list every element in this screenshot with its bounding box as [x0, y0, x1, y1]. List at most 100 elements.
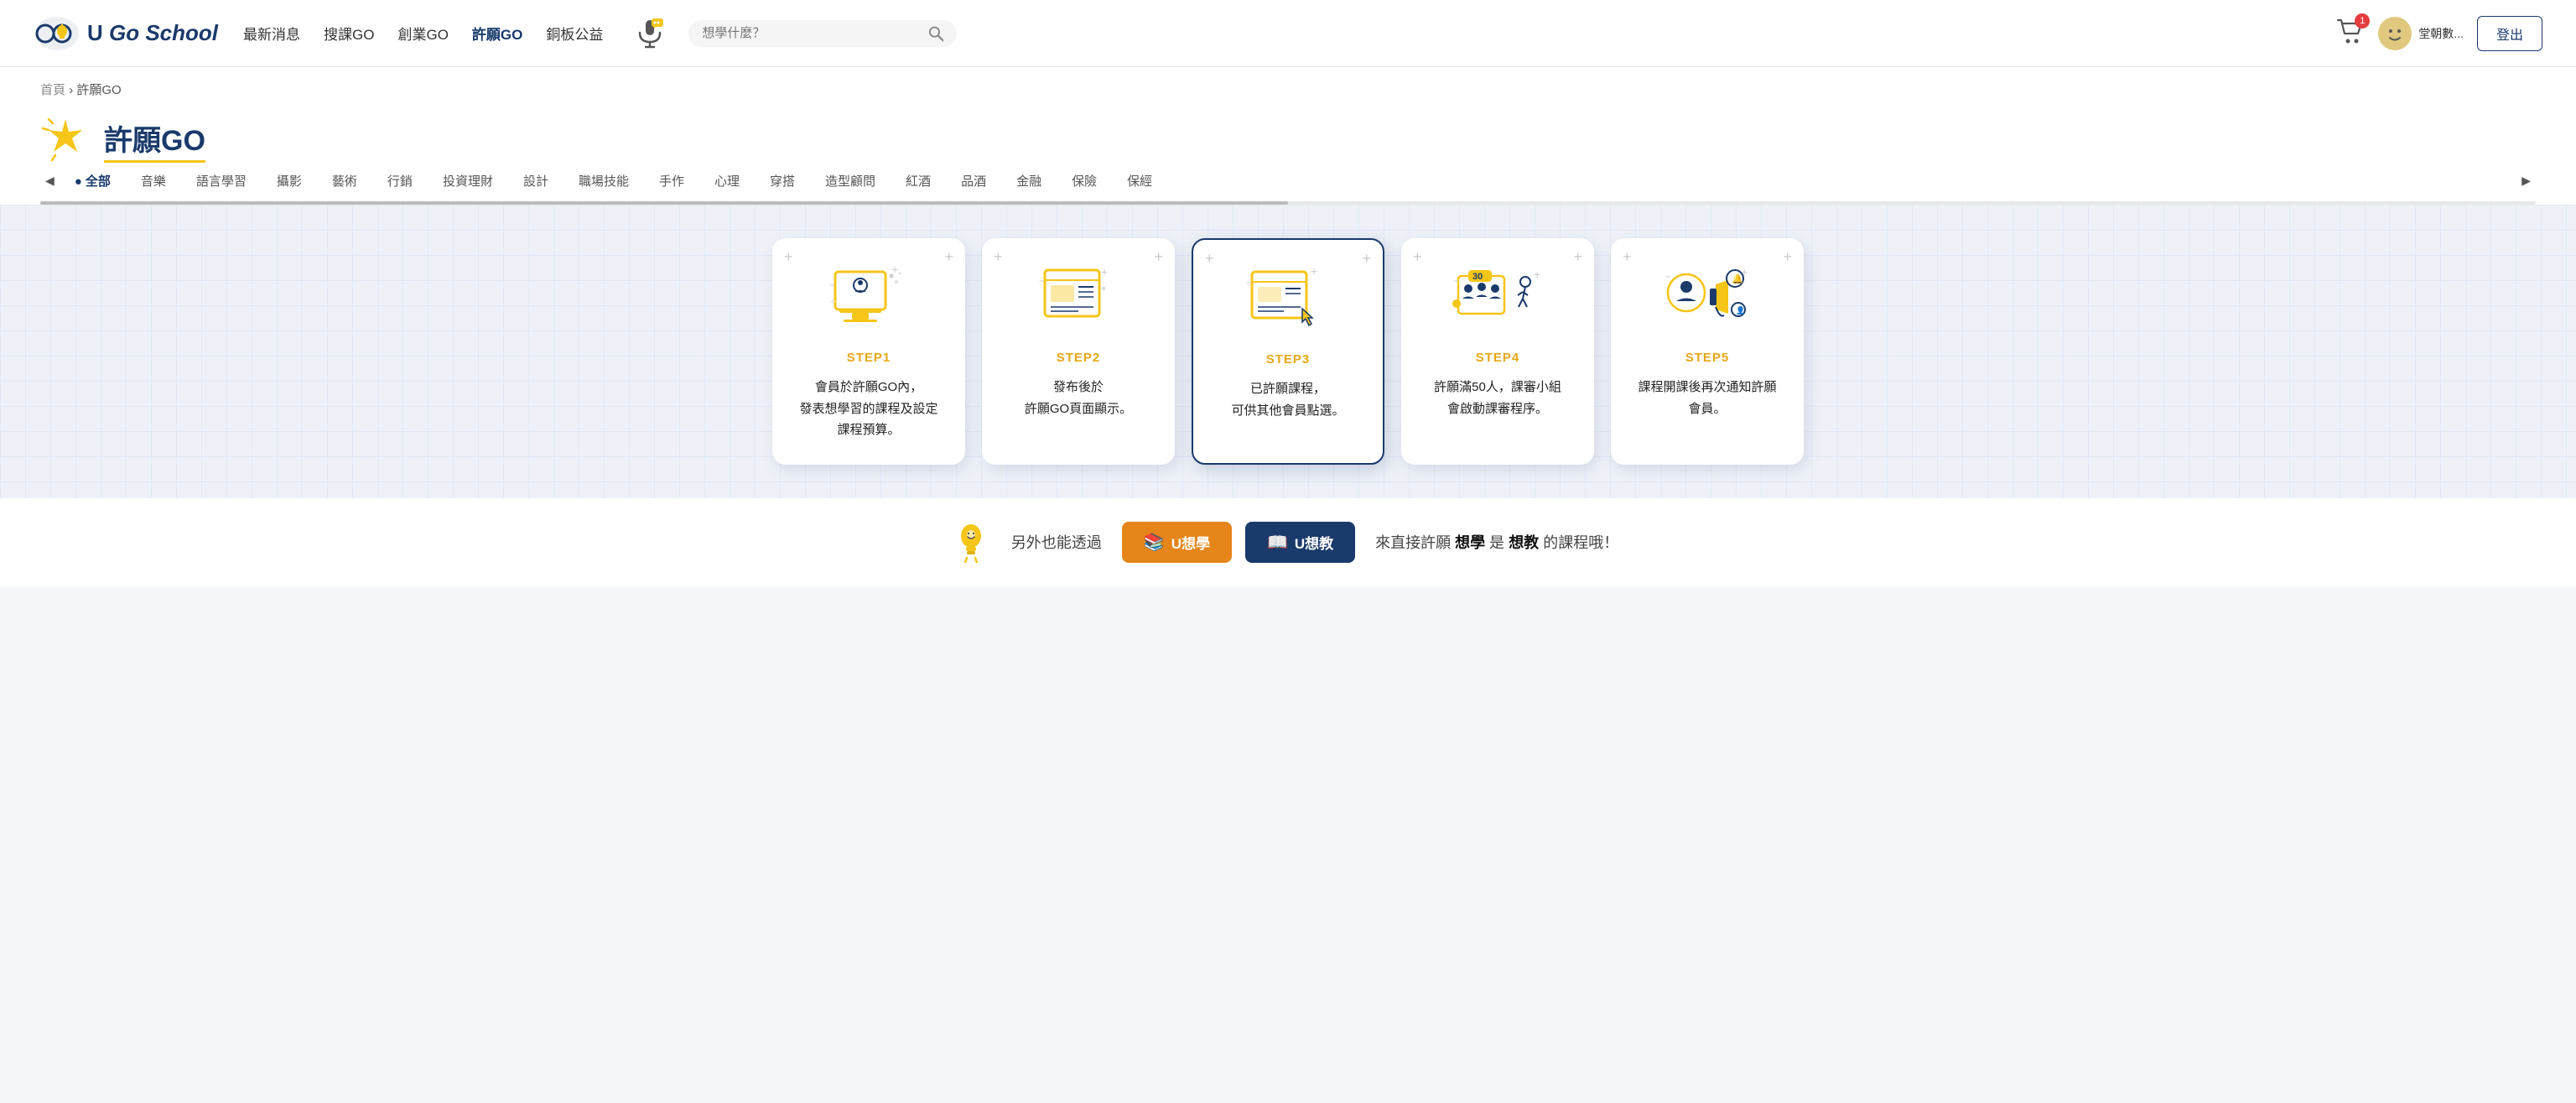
category-item-1[interactable]: 音樂: [126, 165, 181, 196]
logo[interactable]: U Go School: [34, 15, 218, 52]
bottom-bar: 另外也能透過 📚 U想學 📖 U想教 來直接許願 想學 是 想教 的課程哦！: [0, 498, 2576, 586]
lightbulb-icon: [953, 521, 989, 563]
category-item-13[interactable]: 紅酒: [891, 165, 946, 196]
breadcrumb: 首頁 › 許願GO: [0, 67, 2576, 101]
cat-scroll-left[interactable]: ◀: [40, 174, 60, 188]
category-item-9[interactable]: 手作: [644, 165, 699, 196]
step-icon-1: + − +: [823, 263, 915, 339]
deco-plus-tr: +: [1154, 248, 1163, 266]
nav-wish[interactable]: 許願GO: [472, 23, 522, 44]
breadcrumb-current: 許願GO: [76, 83, 121, 97]
deco-plus-tl: +: [784, 248, 793, 266]
category-list: 全部音樂語言學習攝影藝術行銷投資理財設計職場技能手作心理穿搭造型顧問紅酒品酒金融…: [60, 165, 2516, 196]
category-item-6[interactable]: 投資理財: [428, 165, 508, 196]
category-item-16[interactable]: 保險: [1057, 165, 1112, 196]
step-icon-5: 🔔 👤 + −: [1661, 263, 1753, 339]
svg-text:−: −: [1453, 275, 1459, 287]
step-desc-4: 許願滿50人，課審小組會啟動課審程序。: [1434, 377, 1561, 419]
avatar: [2378, 17, 2412, 50]
step-desc-2: 發布後於許願GO頁面顯示。: [1025, 377, 1132, 419]
svg-text:+: +: [1741, 265, 1748, 278]
svg-text:−: −: [1039, 275, 1045, 287]
category-item-3[interactable]: 攝影: [262, 165, 317, 196]
svg-text:−: −: [1246, 277, 1252, 289]
user-avatar-area[interactable]: 堂朝數...: [2378, 17, 2464, 50]
main-nav: 最新消息 搜課GO 創業GO 許願GO 銅板公益: [243, 23, 603, 44]
main-content: + + + − + STEP1 會員於許願GO內，發表想學習的課程及設定課程預算…: [0, 205, 2576, 498]
deco-plus-tl: +: [1205, 250, 1214, 268]
category-item-11[interactable]: 穿搭: [755, 165, 810, 196]
category-item-15[interactable]: 金融: [1001, 165, 1057, 196]
step-icon-3: + −: [1242, 265, 1334, 341]
lightbulb-icon-area: [951, 522, 991, 562]
breadcrumb-home[interactable]: 首頁: [40, 83, 65, 97]
u-learn-button[interactable]: 📚 U想學: [1122, 522, 1232, 563]
logout-button[interactable]: 登出: [2477, 16, 2542, 51]
category-item-10[interactable]: 心理: [699, 165, 755, 196]
logo-icon: [34, 15, 80, 52]
step-card-1[interactable]: + + + − + STEP1 會員於許願GO內，發表想學習的課程及設定課程預算…: [772, 238, 965, 465]
step-label-5: STEP5: [1685, 351, 1730, 365]
category-section: ◀ 全部音樂語言學習攝影藝術行銷投資理財設計職場技能手作心理穿搭造型顧問紅酒品酒…: [0, 165, 2576, 205]
step-label-4: STEP4: [1476, 351, 1520, 365]
user-name: 堂朝數...: [2418, 25, 2464, 42]
category-item-17[interactable]: 保經: [1112, 165, 1167, 196]
category-scrollbar-thumb[interactable]: [40, 201, 1288, 205]
nav-news[interactable]: 最新消息: [243, 23, 300, 44]
category-item-2[interactable]: 語言學習: [181, 165, 262, 196]
category-item-14[interactable]: 品酒: [946, 165, 1001, 196]
steps-row: + + + − + STEP1 會員於許願GO內，發表想學習的課程及設定課程預算…: [40, 238, 2536, 465]
deco-plus-tr: +: [1362, 250, 1371, 268]
cart-badge: 1: [2355, 13, 2370, 29]
category-item-4[interactable]: 藝術: [317, 165, 372, 196]
search-area[interactable]: [688, 20, 957, 47]
step-card-2[interactable]: + + + − STEP2 發布後於許願GO頁面顯示。: [982, 238, 1175, 465]
search-input[interactable]: [702, 26, 927, 40]
category-item-0[interactable]: 全部: [60, 165, 126, 196]
star-icon-area: [40, 115, 91, 165]
nav-charity[interactable]: 銅板公益: [546, 23, 603, 44]
cart-button[interactable]: 1: [2336, 18, 2365, 48]
category-item-7[interactable]: 設計: [508, 165, 564, 196]
svg-text:+: +: [1101, 265, 1108, 278]
step-card-5[interactable]: + + 🔔 👤 + − STEP5 課程開課後再次通知許願會員。: [1611, 238, 1804, 465]
bottom-suffix-text: 來直接許願 想學 是 想教 的課程哦！: [1375, 531, 1618, 553]
step-desc-5: 課程開課後再次通知許願會員。: [1638, 377, 1776, 419]
category-item-12[interactable]: 造型顧問: [810, 165, 891, 196]
u-learn-label: U想學: [1171, 532, 1210, 553]
mic-icon: [636, 18, 663, 49]
svg-text:+: +: [891, 263, 898, 276]
svg-text:+: +: [829, 294, 836, 308]
step-card-4[interactable]: + + 30 + − STEP4: [1401, 238, 1594, 465]
u-teach-label: U想教: [1295, 532, 1333, 553]
cat-scroll-right[interactable]: ▶: [2516, 174, 2536, 188]
nav-search-course[interactable]: 搜課GO: [324, 23, 374, 44]
u-teach-button[interactable]: 📖 U想教: [1245, 522, 1355, 563]
page-title-area: 許願GO: [0, 101, 2576, 165]
svg-text:👤: 👤: [1736, 305, 1745, 315]
svg-text:−: −: [829, 279, 835, 291]
header-right: 1 堂朝數... 登出: [2336, 16, 2542, 51]
category-item-5[interactable]: 行銷: [372, 165, 428, 196]
mic-area[interactable]: [636, 18, 663, 49]
category-scrollbar-track[interactable]: [40, 201, 2536, 205]
deco-plus-tr: +: [944, 248, 953, 266]
u-teach-icon: 📖: [1267, 532, 1288, 553]
breadcrumb-separator: ›: [69, 83, 76, 97]
page-title: 許願GO: [104, 117, 205, 163]
step-desc-3: 已許願課程，可供其他會員點選。: [1231, 378, 1344, 421]
deco-plus-tl: +: [1413, 248, 1422, 266]
step-icon-2: + −: [1032, 263, 1124, 339]
search-icon: [928, 25, 944, 42]
svg-text:30: 30: [1472, 272, 1483, 282]
deco-plus-tl: +: [1623, 248, 1632, 266]
step-icon-4: 30 + −: [1452, 263, 1544, 339]
svg-text:+: +: [1311, 265, 1317, 278]
bottom-prefix-text: 另外也能透過: [1011, 531, 1102, 553]
category-bar: ◀ 全部音樂語言學習攝影藝術行銷投資理財設計職場技能手作心理穿搭造型顧問紅酒品酒…: [40, 165, 2536, 196]
step-card-3[interactable]: + + + − STEP3 已許願課程，可供其他會員點選。: [1192, 238, 1384, 465]
category-item-8[interactable]: 職場技能: [564, 165, 644, 196]
step-label-3: STEP3: [1266, 352, 1311, 367]
nav-startup[interactable]: 創業GO: [397, 23, 448, 44]
deco-plus-tr: +: [1783, 248, 1792, 266]
